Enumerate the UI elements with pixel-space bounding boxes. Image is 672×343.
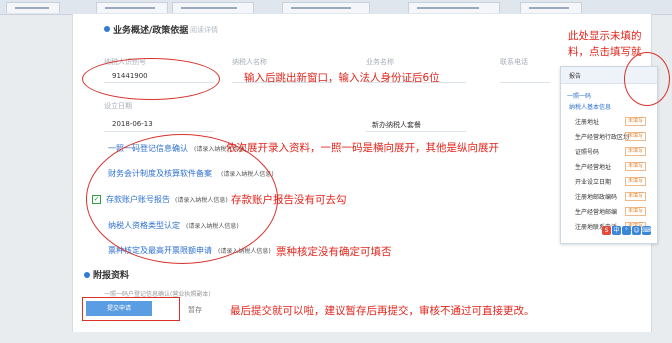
unfilled-badge: 未填写 [625, 192, 647, 201]
popup-row[interactable]: 生产经营地址 [575, 162, 611, 171]
annotation-text-id: 输入后跳出新窗口，输入法人身份证后6位 [244, 72, 440, 84]
ime-logo-icon[interactable]: S [602, 226, 611, 235]
field-underline [500, 82, 550, 83]
field-underline [104, 131, 214, 132]
browser-tab[interactable] [96, 2, 168, 13]
section-title-overview: 业务概述/政策依据 [113, 26, 189, 36]
browser-tab[interactable] [520, 2, 582, 13]
popup-row[interactable]: 生产经营地邮编 [575, 207, 617, 216]
field-label: 设立日期 [104, 102, 132, 110]
popup-subgroup: 纳税人基本信息 [569, 104, 612, 111]
section-dot [84, 272, 90, 278]
popup-row[interactable]: 证照号码 [575, 147, 599, 156]
popup-row[interactable]: 生产经营地行政区划 [575, 132, 629, 141]
unfilled-badge: 未填写 [625, 117, 647, 126]
setup-date-value[interactable]: 2018-06-13 [112, 120, 153, 128]
annotation-box-submit [82, 297, 180, 321]
annotation-text-submit: 最后提交就可以啦，建议暂存后再提交，审核不通过可直接更改。 [230, 305, 535, 317]
browser-tab[interactable] [408, 2, 500, 13]
field-label: 业务名称 [366, 58, 394, 66]
unfilled-badge: 未填写 [625, 207, 647, 216]
section-dot [104, 26, 110, 32]
punctuation-icon[interactable]: ° [622, 226, 631, 235]
annotation-text-popup-2: 料，点击填写就 [568, 46, 642, 58]
unfilled-badge: 未填写 [625, 177, 647, 186]
annotation-text-expand: 依次展开录入资料，一照一码是横向展开，其他是纵向展开 [226, 142, 499, 154]
field-label: 联系电话 [500, 58, 528, 66]
save-draft-button[interactable]: 暂存 [188, 305, 202, 315]
unfilled-badge: 未填写 [625, 132, 647, 141]
package-name-value: 新办纳税人套餐 [372, 121, 421, 129]
annotation-text-deposit: 存款账户报告没有可去勾 [231, 194, 347, 206]
popup-row[interactable]: 注册地址 [575, 117, 599, 126]
browser-tab-bar [0, 0, 672, 15]
browser-tab[interactable] [282, 2, 370, 13]
read-detail-link[interactable]: 阅读详情 [190, 25, 218, 35]
popup-group: 一照一码 [567, 93, 592, 100]
emoji-icon[interactable]: ☺ [632, 226, 641, 235]
browser-tab[interactable] [172, 2, 254, 13]
field-label: 纳税人名称 [232, 58, 267, 66]
unfilled-badge: 未填写 [625, 162, 647, 171]
field-underline [366, 131, 466, 132]
popup-row[interactable]: 注册地邮政编码 [575, 192, 617, 201]
popup-row[interactable]: 开业设立日期 [575, 177, 611, 186]
unfilled-badge: 未填写 [625, 147, 647, 156]
annotation-text-invoice: 票种核定没有确定可填否 [276, 246, 392, 258]
ime-toolbar: S 中 ° ☺ ⌨ [602, 226, 658, 236]
chinese-mode-icon[interactable]: 中 [612, 226, 621, 235]
keyboard-icon[interactable]: ⌨ [642, 226, 651, 235]
browser-tab[interactable] [6, 2, 60, 13]
annotation-ellipse-popup [624, 52, 670, 106]
section-title-attachments: 附报资料 [93, 271, 130, 281]
annotation-ellipse-id [82, 58, 220, 100]
popup-title: 报告 [569, 73, 582, 80]
annotation-text-popup-1: 此处显示未填的 [568, 30, 642, 42]
